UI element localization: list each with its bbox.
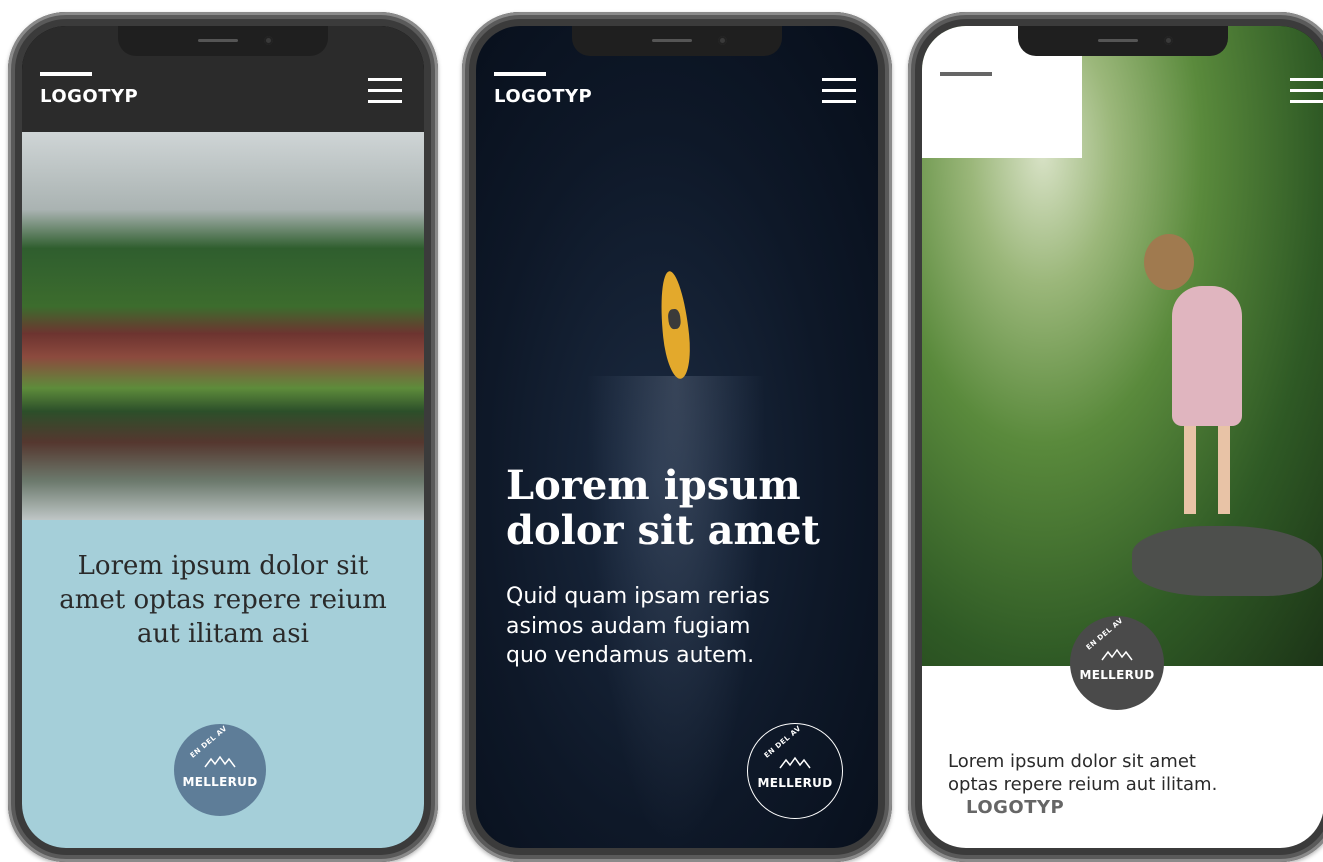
phone-notch <box>572 26 782 56</box>
seal-name: MELLERUD <box>182 775 258 789</box>
girl-head-shape <box>1144 234 1194 290</box>
logo-bar <box>40 72 92 76</box>
kayak-image <box>656 269 694 381</box>
phone-screen-3: LOGOTYP Lorem ipsum dolor sit amet optas… <box>922 26 1323 848</box>
logo-text: LOGOTYP <box>966 797 1065 818</box>
intro-text: Lorem ipsum dolor sit amet optas repere … <box>59 551 387 649</box>
phone-mockup-3: LOGOTYP Lorem ipsum dolor sit amet optas… <box>908 12 1323 862</box>
hero-headline: Lorem ipsum dolor sit amet <box>506 462 820 554</box>
mellerud-seal-logo: EN DEL AV MELLERUD <box>747 723 843 819</box>
text-line: optas repere reium aut ilitam. <box>948 774 1218 796</box>
hero-image-lake-house <box>22 132 424 520</box>
hamburger-menu-icon[interactable] <box>822 78 856 104</box>
logo-text: LOGOTYP <box>40 86 139 107</box>
phone-mockup-2: LOGOTYP Lorem ipsum dolor sit amet Quid … <box>462 12 892 862</box>
site-logo[interactable]: LOGOTYP <box>940 72 1064 818</box>
seal-top-text: EN DEL AV <box>762 724 803 760</box>
subtext-line: Quid quam ipsam rerias <box>506 584 770 609</box>
seal-name: MELLERUD <box>757 776 833 790</box>
girl-legs-shape <box>1184 424 1230 514</box>
headline-line: dolor sit amet <box>506 506 820 554</box>
girl-body-shape <box>1172 286 1242 426</box>
phone-mockup-1: LOGOTYP Lorem ipsum dolor sit amet optas… <box>8 12 438 862</box>
site-logo[interactable]: LOGOTYP <box>40 72 138 107</box>
logo-text: LOGOTYP <box>494 86 593 107</box>
mountain-icon <box>1101 648 1133 661</box>
subtext-line: asimos audam fugiam <box>506 613 751 639</box>
seal-name: MELLERUD <box>1079 668 1155 682</box>
mountain-icon <box>779 756 811 769</box>
phone-notch <box>1018 26 1228 56</box>
subtext-line: quo vendamus autem. <box>506 643 755 669</box>
headline-line: Lorem ipsum <box>506 462 801 509</box>
mellerud-seal-logo: EN DEL AV MELLERUD <box>174 724 266 816</box>
hero-subtext: Quid quam ipsam rerias asimos audam fugi… <box>506 582 846 671</box>
mountain-icon <box>204 755 236 768</box>
site-logo[interactable]: LOGOTYP <box>494 72 592 107</box>
phone-screen-2: LOGOTYP Lorem ipsum dolor sit amet Quid … <box>476 26 878 848</box>
hamburger-menu-icon[interactable] <box>1290 78 1323 104</box>
phone-screen-1: LOGOTYP Lorem ipsum dolor sit amet optas… <box>22 26 424 848</box>
mellerud-seal-logo: EN DEL AV MELLERUD <box>1070 616 1164 710</box>
text-line: Lorem ipsum dolor sit amet <box>948 751 1196 772</box>
logo-bar <box>940 72 992 76</box>
stone-shape <box>1132 526 1322 596</box>
hamburger-menu-icon[interactable] <box>368 78 402 104</box>
phone-notch <box>118 26 328 56</box>
intro-text: Lorem ipsum dolor sit amet optas repere … <box>948 750 1288 797</box>
logo-bar <box>494 72 546 76</box>
